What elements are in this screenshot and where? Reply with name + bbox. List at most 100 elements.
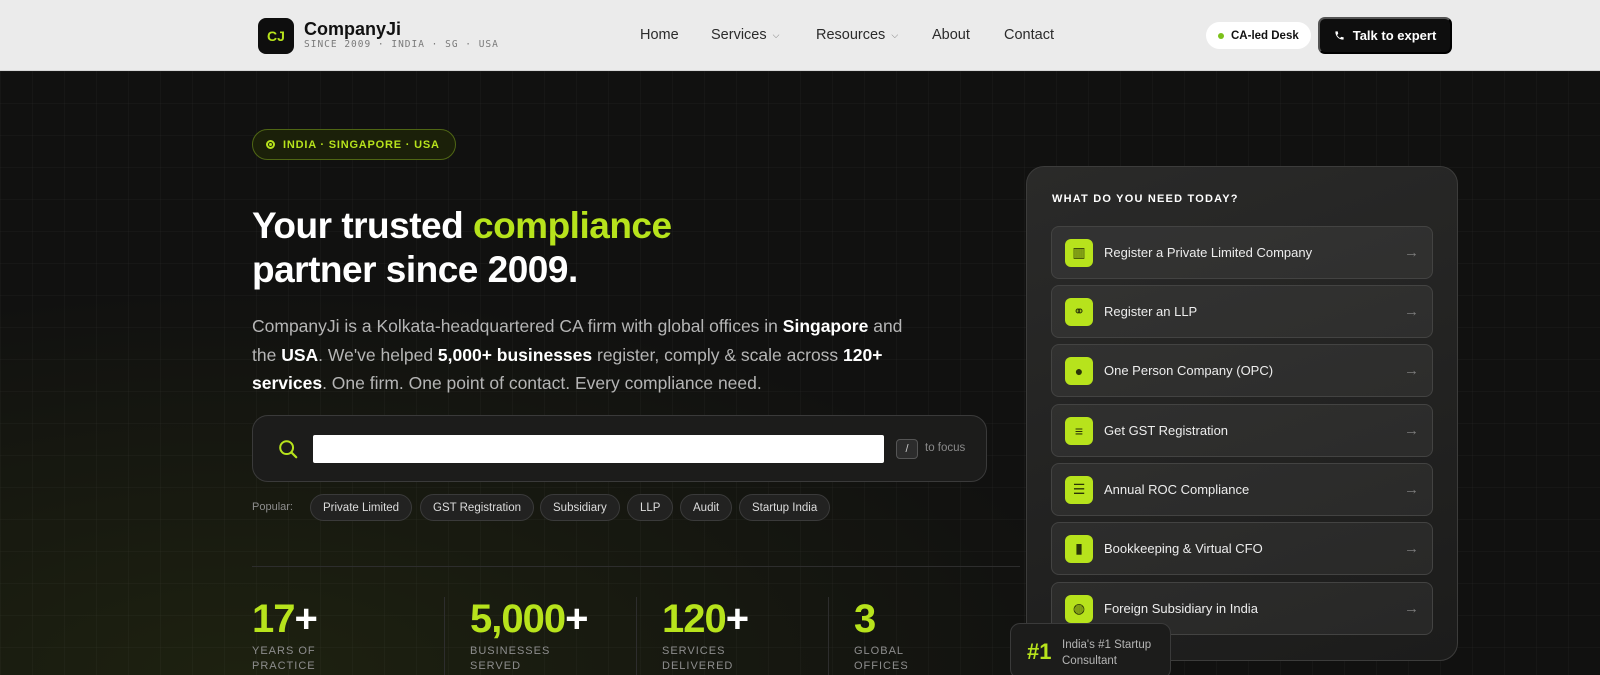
stat-years: 17+ YEARS OF PRACTICE [252, 597, 318, 674]
stat-separator [444, 597, 445, 675]
stat-label-line: YEARS OF [252, 645, 316, 657]
desc-text: CompanyJi is a Kolkata-headquartered CA … [252, 316, 783, 336]
arrow-right-icon: → [1404, 540, 1419, 557]
region-pill-label: INDIA · SINGAPORE · USA [283, 138, 440, 151]
ca-desk-chip[interactable]: CA-led Desk [1206, 22, 1311, 49]
globe-icon: ◍ [1065, 594, 1093, 623]
stat-suffix: + [725, 597, 749, 641]
stat-suffix: + [294, 597, 318, 641]
popular-tag[interactable]: Subsidiary [540, 494, 620, 521]
nav-link-services[interactable]: Services ⌵ [711, 27, 779, 43]
stat-label: SERVICES DELIVERED [662, 644, 748, 674]
badge-number: #1 [1027, 639, 1052, 664]
stat-label-line: SERVED [470, 660, 522, 672]
bar-chart-icon: ▮ [1065, 534, 1093, 563]
nav-link-label: Resources [816, 27, 886, 43]
chevron-down-icon: ⌵ [772, 29, 780, 40]
service-item-bookkeeping[interactable]: ▮ Bookkeeping & Virtual CFO → [1051, 522, 1433, 575]
service-label: Foreign Subsidiary in India [1104, 601, 1258, 616]
popular-tag[interactable]: Startup India [739, 494, 831, 521]
nav-link-label: About [932, 27, 970, 43]
stat-label: BUSINESSES SERVED [470, 644, 587, 674]
desc-text: . One firm. One point of contact. Every … [322, 373, 762, 393]
nav-link-home[interactable]: Home [640, 27, 679, 43]
status-dot-icon [1218, 32, 1224, 39]
service-item-llp[interactable]: ⚭ Register an LLP → [1051, 285, 1433, 338]
logo-mark[interactable]: CJ [258, 18, 294, 54]
ca-desk-label: CA-led Desk [1231, 29, 1299, 42]
stat-number: 3 [854, 597, 876, 641]
popular-tag[interactable]: Private Limited [310, 494, 413, 521]
stats-divider [252, 566, 1020, 567]
service-item-roc[interactable]: ☰ Annual ROC Compliance → [1051, 463, 1433, 516]
nav-link-contact[interactable]: Contact [1004, 27, 1054, 43]
stat-number: 120 [662, 597, 727, 641]
badge-text: India's #1 Startup Consultant [1062, 639, 1152, 667]
stat-value: 17+ [252, 597, 318, 641]
search-input[interactable] [313, 435, 884, 463]
desc-text: register, comply & scale across [592, 344, 844, 365]
nav-link-label: Home [640, 27, 679, 43]
stat-businesses: 5,000+ BUSINESSES SERVED [470, 597, 588, 674]
chevron-down-icon: ⌵ [891, 29, 899, 40]
stat-offices: 3 GLOBAL OFFICES [854, 597, 909, 674]
search-icon [279, 440, 298, 459]
shortcut-hint: to focus [925, 442, 966, 454]
service-item-opc[interactable]: ● One Person Company (OPC) → [1051, 344, 1433, 397]
cta-label: Talk to expert [1352, 28, 1437, 43]
brand-name[interactable]: CompanyJi [304, 19, 401, 40]
stat-number: 5,000 [470, 597, 566, 641]
region-pill: INDIA · SINGAPORE · USA [252, 129, 456, 160]
service-label: One Person Company (OPC) [1104, 363, 1274, 378]
service-label: Annual ROC Compliance [1104, 482, 1250, 497]
hero-headline: Your trusted compliance partner since 20… [252, 204, 672, 292]
stat-label-line: OFFICES [854, 660, 909, 672]
nav-link-resources[interactable]: Resources ⌵ [816, 27, 898, 43]
popular-tag[interactable]: GST Registration [420, 494, 534, 521]
popular-tag[interactable]: LLP [627, 494, 674, 521]
stat-label-line: BUSINESSES [470, 645, 551, 657]
nav-link-about[interactable]: About [932, 27, 970, 43]
service-item-private-limited[interactable]: ▥ Register a Private Limited Company → [1051, 226, 1433, 279]
brand-tagline: SINCE 2009 · INDIA · SG · USA [304, 39, 499, 50]
stat-services: 120+ SERVICES DELIVERED [662, 597, 749, 674]
talk-to-expert-button[interactable]: Talk to expert [1318, 17, 1452, 54]
nav-link-label: Services [711, 27, 767, 43]
headline-line2: partner since 2009. [252, 249, 578, 290]
service-item-gst[interactable]: ≡ Get GST Registration → [1051, 404, 1433, 457]
desc-text: . We've helped [318, 344, 438, 365]
top-navbar: CJ CompanyJi SINCE 2009 · INDIA · SG · U… [0, 0, 1600, 71]
stat-label-line: SERVICES [662, 645, 726, 657]
service-label: Register a Private Limited Company [1104, 245, 1313, 260]
headline-accent: compliance [473, 205, 672, 246]
arrow-right-icon: → [1404, 303, 1419, 320]
hero-description: CompanyJi is a Kolkata-headquartered CA … [252, 312, 912, 398]
clipboard-icon: ☰ [1065, 475, 1093, 504]
headline-part1: Your trusted [252, 205, 473, 246]
service-label: Bookkeeping & Virtual CFO [1104, 541, 1263, 556]
arrow-right-icon: → [1404, 600, 1419, 617]
arrow-right-icon: → [1404, 362, 1419, 379]
shortcut-key: / [896, 439, 918, 459]
popular-tag[interactable]: Audit [680, 494, 733, 521]
stat-value: 3 [854, 597, 909, 641]
panel-title: WHAT DO YOU NEED TODAY? [1052, 193, 1239, 205]
services-panel: WHAT DO YOU NEED TODAY? ▥ Register a Pri… [1026, 166, 1458, 661]
radio-dot-icon [266, 140, 275, 149]
stat-label: YEARS OF PRACTICE [252, 644, 317, 674]
desc-bold: Singapore [782, 316, 869, 336]
stat-label-line: DELIVERED [662, 660, 734, 672]
service-search-box: / to focus [252, 415, 987, 482]
stat-suffix: + [565, 597, 588, 641]
handshake-icon: ⚭ [1065, 297, 1093, 326]
desc-bold: USA [281, 344, 319, 365]
arrow-right-icon: → [1404, 481, 1419, 498]
stat-separator [828, 597, 829, 675]
stat-separator [636, 597, 637, 675]
stat-value: 5,000+ [470, 597, 588, 641]
service-label: Register an LLP [1104, 304, 1198, 319]
arrow-right-icon: → [1404, 244, 1419, 261]
stat-label: GLOBAL OFFICES [854, 644, 909, 674]
stat-value: 120+ [662, 597, 749, 641]
stat-label-line: GLOBAL [854, 645, 905, 657]
